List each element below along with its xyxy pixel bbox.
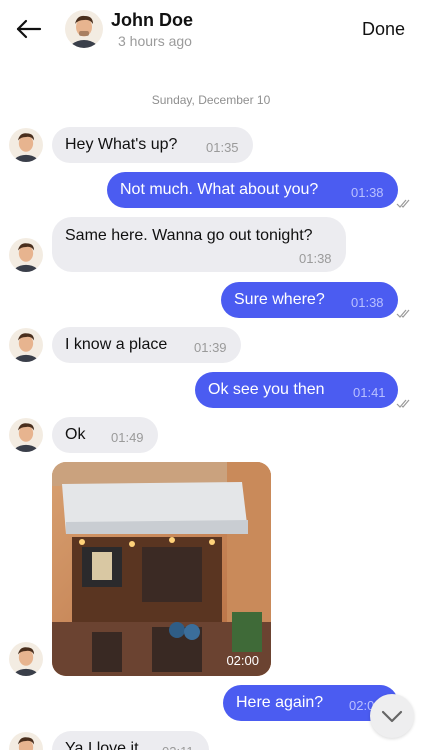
message-text: Same here. Wanna go out tonight? (65, 227, 313, 244)
message-text: Here again? (236, 694, 324, 711)
message-bubble-incoming[interactable]: Ok 01:49 (52, 417, 158, 453)
message-time: 01:35 (206, 140, 239, 155)
photo-message[interactable]: 02:00 (52, 462, 271, 676)
message-time: 02:11 (162, 742, 194, 750)
message-time: 01:38 (351, 295, 384, 310)
back-button[interactable] (14, 14, 44, 44)
message-bubble-outgoing[interactable]: Sure where? 01:38 (221, 282, 398, 318)
sender-avatar[interactable] (9, 238, 43, 272)
read-receipt-icon (396, 309, 410, 318)
message-time: 01:41 (353, 385, 386, 400)
scroll-to-bottom-button[interactable] (370, 694, 414, 738)
arrow-left-icon (16, 19, 42, 39)
message-time: 01:49 (111, 430, 144, 445)
contact-avatar[interactable] (65, 10, 103, 48)
contact-name[interactable]: John Doe (111, 10, 193, 31)
sender-avatar[interactable] (9, 128, 43, 162)
message-bubble-outgoing[interactable]: Not much. What about you? 01:38 (107, 172, 398, 208)
message-bubble-incoming[interactable]: I know a place 01:39 (52, 327, 241, 363)
message-text: Ok (65, 426, 86, 443)
read-receipt-icon (396, 199, 410, 208)
sender-avatar[interactable] (9, 418, 43, 452)
message-text: Hey What's up? (65, 136, 178, 153)
message-text: Not much. What about you? (120, 181, 319, 198)
done-button[interactable]: Done (362, 19, 405, 40)
read-receipt-icon (396, 399, 410, 408)
date-separator: Sunday, December 10 (151, 93, 271, 107)
message-bubble-incoming[interactable]: Hey What's up? 01:35 (52, 127, 253, 163)
message-text: Ok see you then (208, 381, 325, 398)
message-time: 02:00 (226, 653, 259, 668)
sender-avatar[interactable] (9, 732, 43, 750)
chat-header: John Doe 3 hours ago Done (0, 0, 422, 62)
message-text: Sure where? (234, 291, 325, 308)
message-text: Ya I love it (65, 740, 139, 750)
message-time: 01:38 (351, 185, 384, 200)
message-bubble-incoming[interactable]: Same here. Wanna go out tonight? 01:38 (52, 217, 346, 272)
chevron-down-icon (381, 710, 403, 723)
message-bubble-outgoing[interactable]: Ok see you then 01:41 (195, 372, 398, 408)
contact-last-seen: 3 hours ago (118, 33, 192, 49)
sender-avatar[interactable] (9, 642, 43, 676)
message-time: 01:38 (299, 251, 332, 266)
message-text: I know a place (65, 336, 168, 353)
sender-avatar[interactable] (9, 328, 43, 362)
message-bubble-incoming[interactable]: Ya I love it 02:11 (52, 731, 209, 750)
cafe-photo (52, 462, 271, 676)
message-time: 01:39 (194, 340, 227, 355)
